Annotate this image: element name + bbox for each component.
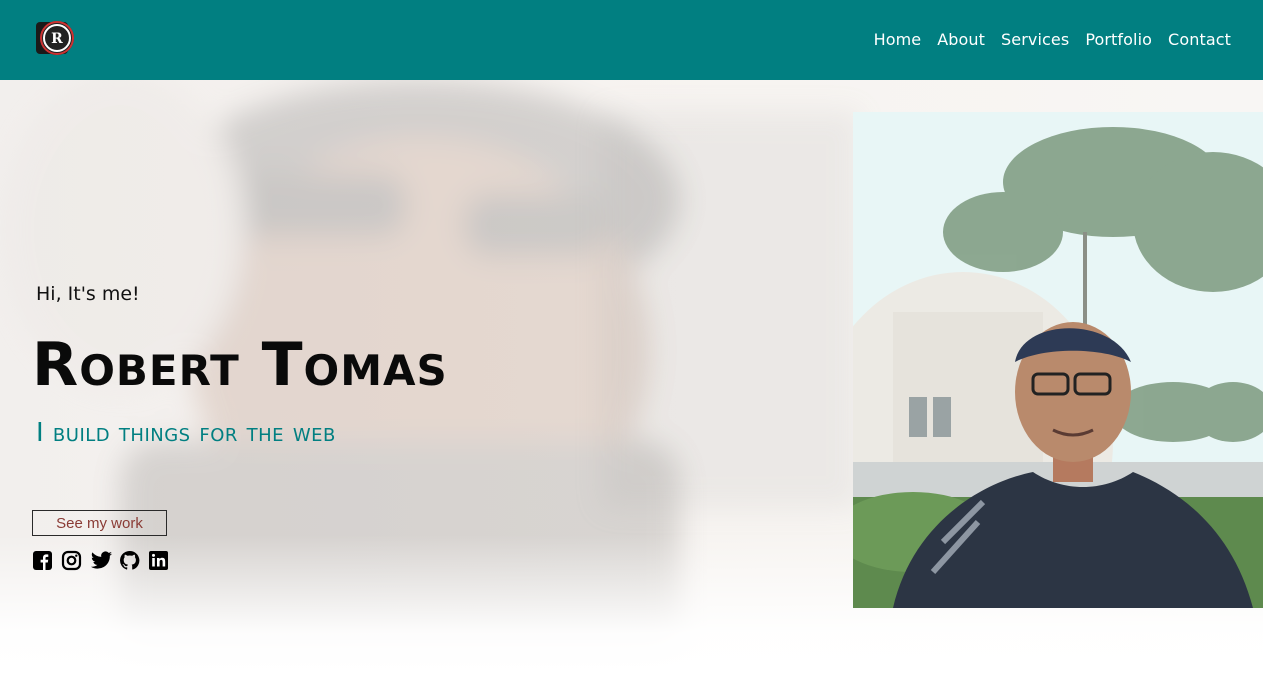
linkedin-icon[interactable] xyxy=(148,550,169,571)
nav-services[interactable]: Services xyxy=(1001,30,1069,50)
nav-portfolio[interactable]: Portfolio xyxy=(1085,30,1152,50)
logo-letter: R xyxy=(51,31,63,47)
nav-about[interactable]: About xyxy=(937,30,985,50)
facebook-icon[interactable] xyxy=(32,550,53,571)
instagram-icon[interactable] xyxy=(61,550,82,571)
main-nav: Home About Services Portfolio Contact xyxy=(874,30,1231,50)
twitter-icon[interactable] xyxy=(90,550,113,571)
hero-name: Robert Tomas xyxy=(32,330,448,400)
nav-contact[interactable]: Contact xyxy=(1168,30,1231,50)
nav-home[interactable]: Home xyxy=(874,30,922,50)
see-my-work-button[interactable]: See my work xyxy=(32,510,167,536)
profile-photo xyxy=(853,112,1263,608)
hero-tagline: I build things for the web xyxy=(36,418,336,448)
hero-greeting: Hi, It's me! xyxy=(36,283,140,305)
github-icon[interactable] xyxy=(119,550,140,571)
top-navbar: R Home About Services Portfolio Contact xyxy=(0,0,1263,80)
site-logo[interactable]: R xyxy=(34,18,78,58)
social-links xyxy=(32,550,169,571)
